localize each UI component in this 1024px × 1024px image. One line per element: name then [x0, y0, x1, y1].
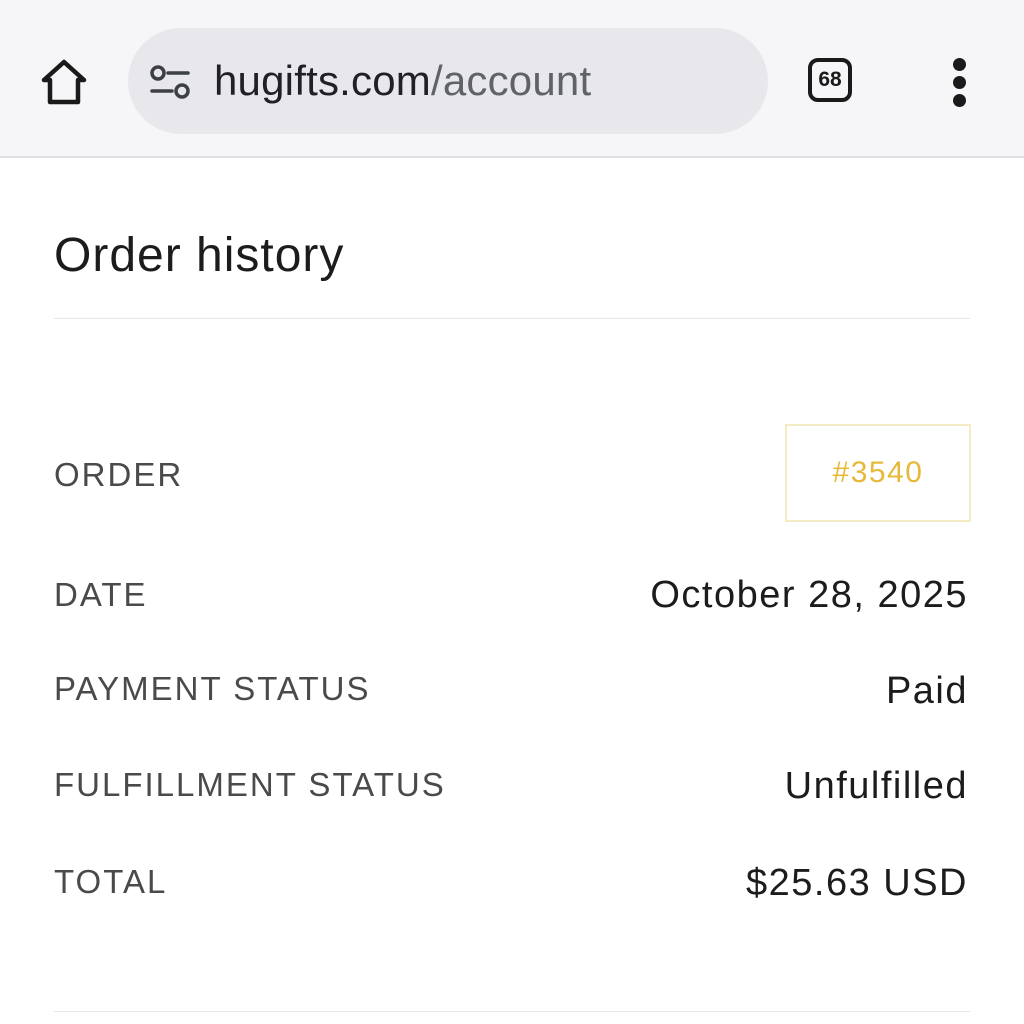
tab-count: 68 [818, 68, 842, 91]
fulfillment-status-label: FULFILLMENT STATUS [54, 766, 446, 803]
date-value: October 28, 2025 [650, 574, 968, 616]
url-path: /account [430, 57, 592, 104]
fulfillment-status-value: Unfulfilled [784, 765, 968, 807]
more-menu-button[interactable] [938, 54, 982, 110]
home-icon [41, 59, 87, 105]
bottom-divider [54, 1011, 970, 1012]
url-host: hugifts.com [214, 57, 431, 104]
url-text[interactable]: hugifts.com/account [214, 28, 591, 134]
address-bar[interactable]: hugifts.com/account [128, 28, 768, 134]
page-title: Order history [54, 229, 345, 282]
site-settings-icon[interactable] [148, 64, 192, 100]
total-value: $25.63 USD [745, 862, 968, 904]
title-divider [54, 318, 970, 319]
browser-toolbar: hugifts.com/account 68 [0, 0, 1024, 158]
page-content: Order history ORDER #3540 DATE October 2… [0, 158, 1024, 1024]
total-label: TOTAL [54, 863, 168, 900]
order-label: ORDER [54, 456, 184, 493]
payment-status-label: PAYMENT STATUS [54, 670, 371, 707]
home-button[interactable] [34, 52, 94, 112]
payment-status-value: Paid [885, 670, 968, 712]
tab-switcher-button[interactable]: 68 [806, 56, 858, 108]
date-label: DATE [54, 576, 148, 613]
order-number-link[interactable]: #3540 [785, 424, 971, 522]
tab-switcher-icon: 68 [808, 58, 852, 102]
